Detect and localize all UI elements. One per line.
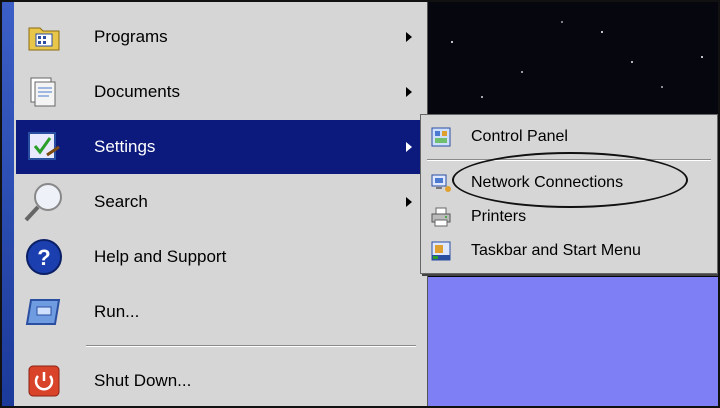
submenu-arrow-icon — [406, 197, 412, 207]
menu-item-label: Run... — [94, 302, 140, 321]
documents-icon — [22, 72, 66, 112]
menu-item-label: Help and Support — [94, 247, 227, 266]
menu-item-label: Settings — [94, 137, 156, 156]
screenshot-frame: Programs Documents Settings Search ? Hel… — [0, 0, 720, 408]
menu-item-label: Programs — [94, 27, 168, 46]
help-icon: ? — [22, 237, 66, 277]
magnifier-icon — [22, 182, 66, 222]
submenu-item-taskbar-and-start-menu[interactable]: Taskbar and Start Menu — [421, 233, 717, 269]
menu-item-documents[interactable]: Documents — [16, 65, 422, 119]
submenu-item-control-panel[interactable]: Control Panel — [421, 119, 717, 155]
programs-folder-icon — [22, 17, 66, 57]
menu-item-run[interactable]: Run... — [16, 285, 422, 339]
menu-item-help-and-support[interactable]: ? Help and Support — [16, 230, 422, 284]
menu-item-shut-down[interactable]: Shut Down... — [16, 354, 422, 406]
menu-item-search[interactable]: Search — [16, 175, 422, 229]
submenu-item-label: Control Panel — [471, 128, 568, 145]
settings-icon — [22, 127, 66, 167]
svg-text:?: ? — [37, 245, 50, 270]
submenu-arrow-icon — [406, 32, 412, 42]
network-connections-icon — [427, 171, 455, 195]
highlight-circle-annotation — [452, 152, 688, 208]
menu-item-label: Search — [94, 192, 148, 211]
printer-icon — [427, 205, 455, 229]
submenu-arrow-icon — [406, 87, 412, 97]
submenu-arrow-icon — [406, 142, 412, 152]
start-menu-side-stripe — [2, 2, 14, 406]
menu-separator — [86, 345, 416, 347]
submenu-item-label: Printers — [471, 208, 527, 225]
menu-item-label: Shut Down... — [94, 371, 192, 390]
submenu-item-label: Taskbar and Start Menu — [471, 242, 641, 259]
control-panel-icon — [427, 125, 455, 149]
menu-item-settings[interactable]: Settings — [16, 120, 422, 174]
power-icon — [22, 361, 66, 401]
taskbar-icon — [427, 239, 455, 263]
start-menu: Programs Documents Settings Search ? Hel… — [2, 2, 428, 406]
menu-item-programs[interactable]: Programs — [16, 10, 422, 64]
menu-item-label: Documents — [94, 82, 180, 101]
run-icon — [22, 292, 66, 332]
